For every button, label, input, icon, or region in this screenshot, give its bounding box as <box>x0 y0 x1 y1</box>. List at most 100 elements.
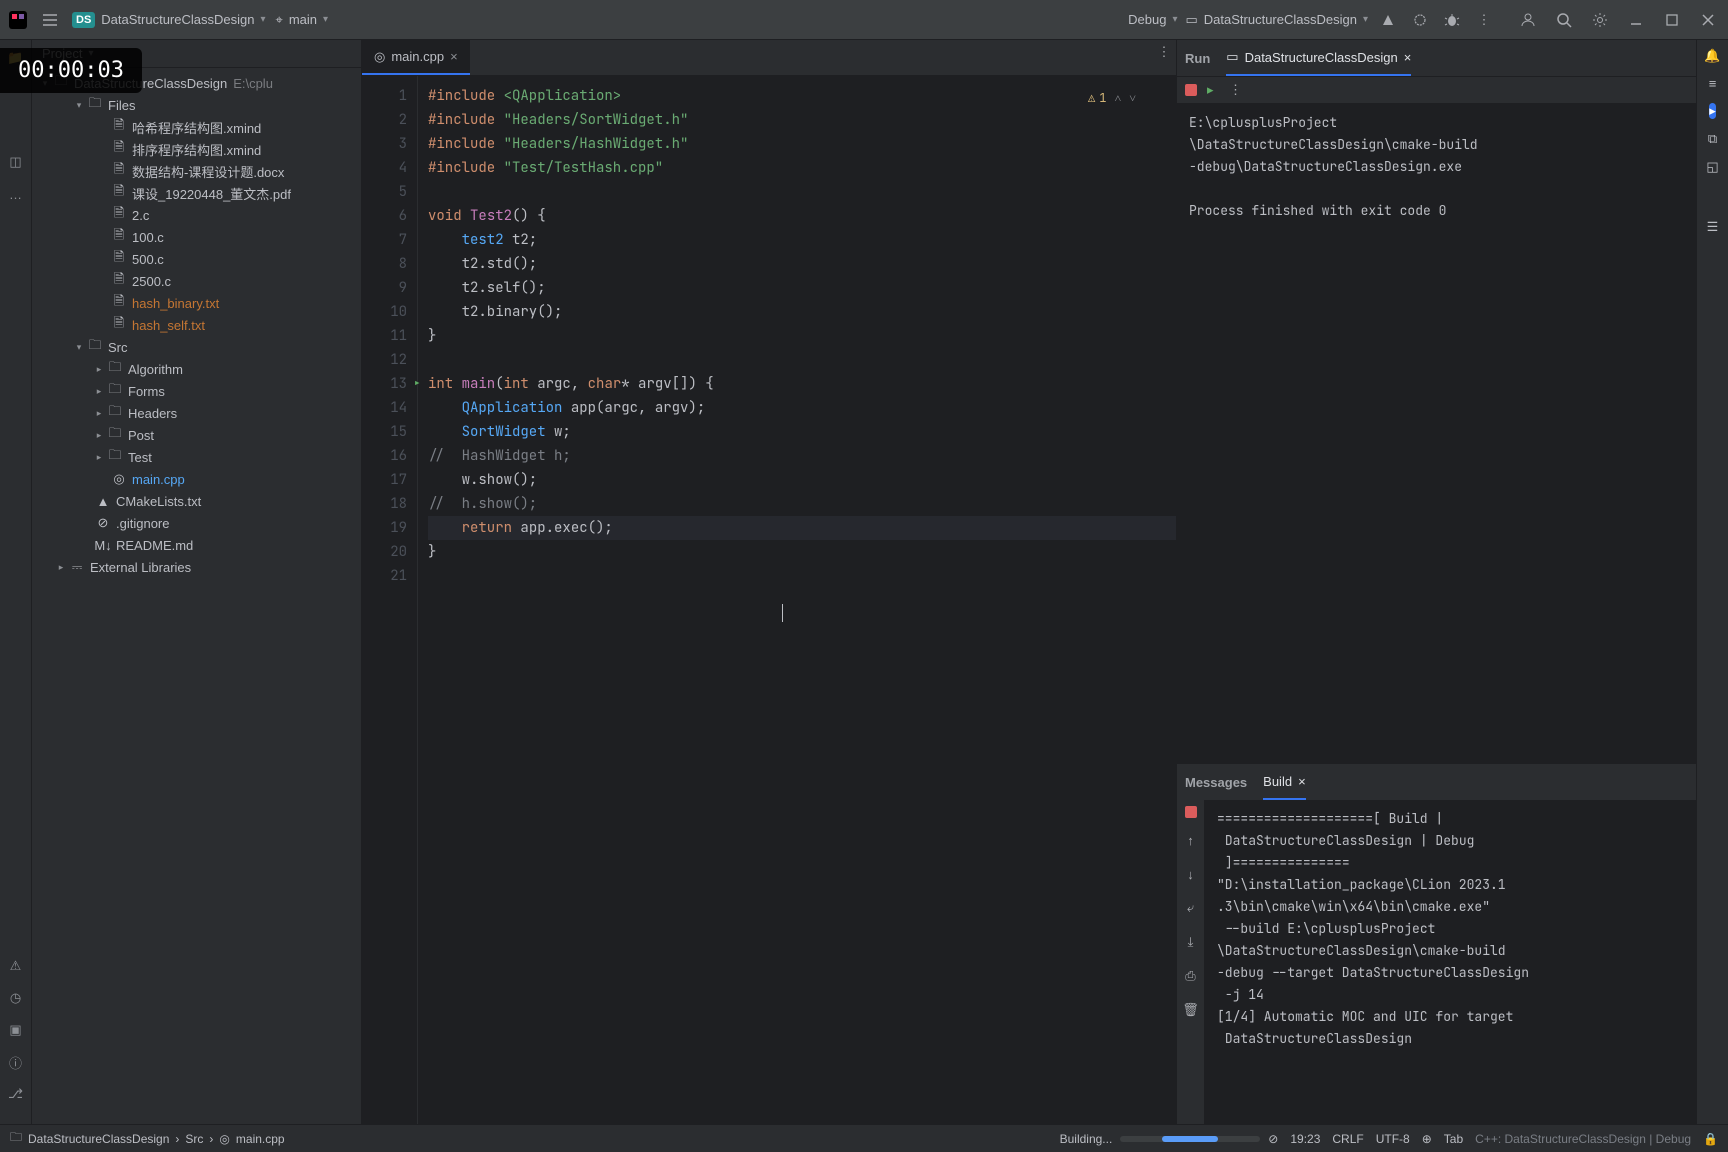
run-config-tab[interactable]: ▭ DataStructureClassDesign × <box>1226 40 1411 76</box>
rerun-button[interactable]: ▸ <box>1207 82 1214 98</box>
inspection-widget[interactable]: ⚠ 1 ˄ ˅ <box>1088 86 1136 110</box>
cursor-position[interactable]: 19:23 <box>1290 1132 1320 1146</box>
more-actions-button[interactable]: ⋮ <box>1472 8 1496 32</box>
file-icon: 🗎 <box>110 270 128 292</box>
chevron-down-icon: ▾ <box>323 14 328 25</box>
run-tab[interactable]: Run <box>1185 40 1210 76</box>
tree-folder[interactable]: ▸🗀Post <box>32 424 361 446</box>
indent-mode[interactable]: Tab <box>1444 1132 1463 1146</box>
tree-folder[interactable]: ▸🗀Test <box>32 446 361 468</box>
settings-button[interactable] <box>1588 8 1612 32</box>
tree-file-main[interactable]: ◎ main.cpp <box>32 468 361 490</box>
cancel-build-button[interactable]: ⊘ <box>1268 1132 1278 1146</box>
scroll-end-button[interactable]: ⤓ <box>1179 930 1203 954</box>
breadcrumb[interactable]: 🗀 DataStructureClassDesign› Src› ◎ main.… <box>10 1128 285 1149</box>
line-separator[interactable]: CRLF <box>1332 1132 1363 1146</box>
line-gutter: 12345678910111213 ▸1415161718192021 <box>362 76 418 1124</box>
build-tab[interactable]: Build × <box>1263 764 1306 800</box>
folder-icon: 🗀 <box>106 424 124 446</box>
editor-body[interactable]: 12345678910111213 ▸1415161718192021 ⚠ 1 … <box>362 76 1176 1124</box>
tab-actions-button[interactable]: ⋮ <box>1152 40 1176 64</box>
tree-file[interactable]: ▲CMakeLists.txt <box>32 490 361 512</box>
close-tab-button[interactable]: × <box>450 49 458 64</box>
application-icon: ▭ <box>1185 12 1197 28</box>
text-cursor <box>782 604 783 622</box>
code-with-me-button[interactable] <box>1516 8 1540 32</box>
progress-bar <box>1120 1136 1260 1142</box>
tree-file[interactable]: M↓README.md <box>32 534 361 556</box>
run-tool-button[interactable]: ▸ <box>1709 103 1716 119</box>
tree-file[interactable]: 🗎500.c <box>32 248 361 270</box>
tree-file[interactable]: 🗎hash_self.txt <box>32 314 361 336</box>
copilot-icon[interactable]: ⊕ <box>1422 1132 1432 1146</box>
structure-tool-button[interactable]: ◫ <box>6 152 26 172</box>
file-encoding[interactable]: UTF-8 <box>1376 1132 1410 1146</box>
run-more-button[interactable]: ⋮ <box>1224 78 1248 102</box>
tree-folder[interactable]: ▸🗀Forms <box>32 380 361 402</box>
tree-file[interactable]: 🗎2500.c <box>32 270 361 292</box>
messages-right-button[interactable]: ☰ <box>1707 219 1719 235</box>
tree-folder[interactable]: ▸🗀Algorithm <box>32 358 361 380</box>
file-icon: 🗎 <box>110 160 128 182</box>
tree-file[interactable]: 🗎排序程序结构图.xmind <box>32 138 361 160</box>
tree-folder[interactable]: ▸🗀Headers <box>32 402 361 424</box>
file-icon: 🗎 <box>110 314 128 336</box>
run-button[interactable] <box>1408 8 1432 32</box>
scroll-down-button[interactable]: ↓ <box>1179 862 1203 886</box>
remote-button[interactable]: ⧉ <box>1708 131 1717 147</box>
application-icon: ▭ <box>1226 49 1238 65</box>
scroll-up-button[interactable]: ↑ <box>1179 828 1203 852</box>
right-panels: Run ▭ DataStructureClassDesign × ▸ ⋮ E:\… <box>1176 40 1696 1124</box>
run-output[interactable]: E:\cplusplusProject \DataStructureClassD… <box>1177 104 1696 763</box>
soft-wrap-button[interactable]: ⤶ <box>1179 896 1203 920</box>
tree-file[interactable]: ⊘.gitignore <box>32 512 361 534</box>
services-right-button[interactable]: ◱ <box>1706 159 1718 175</box>
tree-folder-src[interactable]: ▾🗀 Src <box>32 336 361 358</box>
more-tool-button[interactable]: … <box>6 184 26 204</box>
stop-button[interactable] <box>1185 84 1197 96</box>
messages-tab[interactable]: Messages <box>1185 764 1247 800</box>
debug-button[interactable] <box>1440 8 1464 32</box>
editor-tab-main[interactable]: ◎ main.cpp × <box>362 40 470 75</box>
project-dropdown[interactable]: DS DataStructureClassDesign ▾ <box>72 12 266 28</box>
chevron-down-icon: ▾ <box>1172 14 1177 25</box>
tree-file[interactable]: 🗎数据结构-课程设计题.docx <box>32 160 361 182</box>
build-progress[interactable]: Building... ⊘ <box>1060 1132 1279 1146</box>
problems-tool-button[interactable]: ⚠ <box>6 956 26 976</box>
tree-file[interactable]: 🗎hash_binary.txt <box>32 292 361 314</box>
build-mode-dropdown[interactable]: Debug ▾ <box>1128 12 1177 27</box>
lock-icon[interactable]: 🔒 <box>1703 1132 1718 1146</box>
tree-external-libs[interactable]: ▸⎓ External Libraries <box>32 556 361 578</box>
build-button[interactable] <box>1376 8 1400 32</box>
print-button[interactable]: ⎙ <box>1179 964 1203 988</box>
stop-build-button[interactable] <box>1185 806 1197 818</box>
services-tool-button[interactable]: ◷ <box>6 988 26 1008</box>
tree-folder-files[interactable]: ▾🗀 Files <box>32 94 361 116</box>
close-button[interactable] <box>1696 8 1720 32</box>
tree-file[interactable]: 🗎哈希程序结构图.xmind <box>32 116 361 138</box>
next-problem-button[interactable]: ˅ <box>1129 86 1136 110</box>
search-button[interactable] <box>1552 8 1576 32</box>
maximize-button[interactable] <box>1660 8 1684 32</box>
tree-file[interactable]: 🗎100.c <box>32 226 361 248</box>
project-tree[interactable]: ▾ 🗀 DataStructureClassDesign E:\cplu ▾🗀 … <box>32 68 361 1124</box>
build-context[interactable]: C++: DataStructureClassDesign | Debug <box>1475 1132 1691 1146</box>
events-tool-button[interactable]: ⓘ <box>6 1052 26 1072</box>
notifications-button[interactable]: 🔔 <box>1704 48 1720 64</box>
close-icon[interactable]: × <box>1404 50 1412 65</box>
vcs-tool-button[interactable]: ⎇ <box>6 1084 26 1104</box>
minimize-button[interactable] <box>1624 8 1648 32</box>
build-output[interactable]: ====================[ Build | DataStruct… <box>1205 800 1696 1124</box>
clear-button[interactable]: 🗑 <box>1179 998 1203 1022</box>
run-config-dropdown[interactable]: ⌖ main ▾ <box>276 12 329 28</box>
close-icon[interactable]: × <box>1298 774 1306 789</box>
main-menu-button[interactable] <box>38 8 62 32</box>
prev-problem-button[interactable]: ˄ <box>1114 86 1121 110</box>
database-button[interactable]: ≡ <box>1709 76 1717 91</box>
file-icon: 🗎 <box>110 248 128 270</box>
tree-file[interactable]: 🗎2.c <box>32 204 361 226</box>
code-area[interactable]: ⚠ 1 ˄ ˅ #include <QApplication>#include … <box>418 76 1176 1124</box>
tree-file[interactable]: 🗎课设_19220448_董文杰.pdf <box>32 182 361 204</box>
terminal-tool-button[interactable]: ▣ <box>6 1020 26 1040</box>
run-target-dropdown[interactable]: ▭ DataStructureClassDesign ▾ <box>1185 12 1368 28</box>
